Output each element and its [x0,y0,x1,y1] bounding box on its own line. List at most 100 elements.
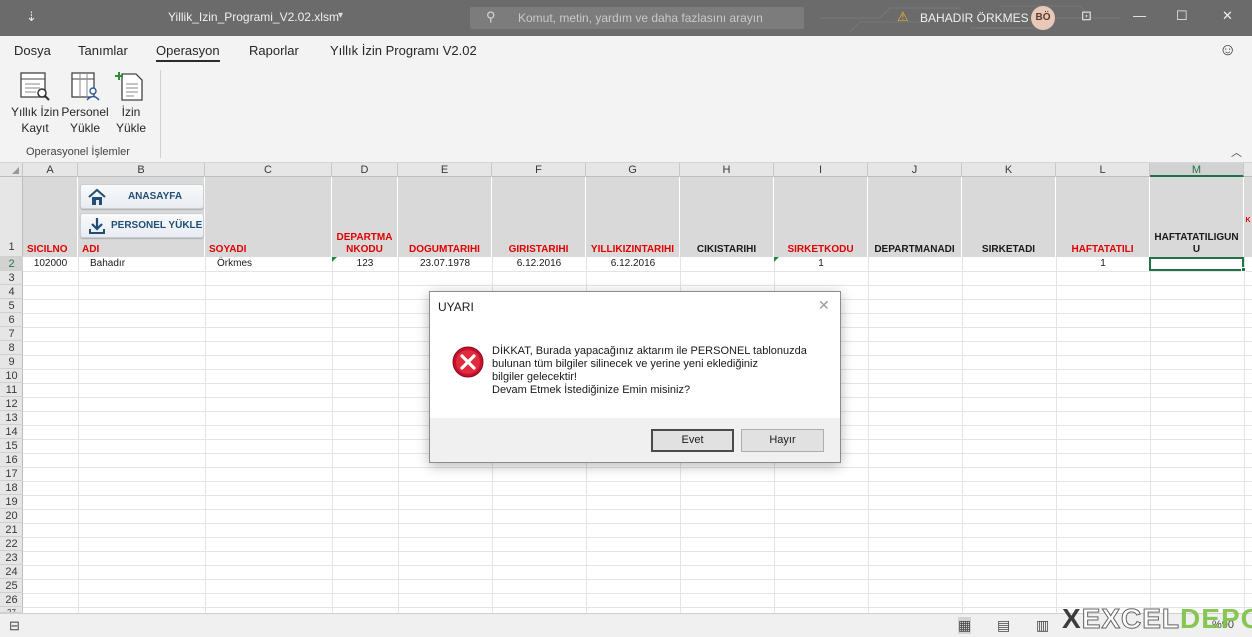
header-soyadi[interactable]: SOYADI [205,177,332,257]
customize-qat-icon[interactable]: ⇣ [26,9,37,25]
yes-button[interactable]: Evet [651,429,734,452]
column-header-e[interactable]: E [398,163,492,177]
cell-cikistarihi[interactable] [680,257,774,270]
close-icon[interactable]: ✕ [1222,8,1233,24]
normal-view-icon[interactable]: ▦ [958,617,972,634]
row-header-1[interactable]: 1 [0,177,23,257]
cell-sirketadi[interactable] [962,257,1056,270]
column-header-j[interactable]: J [868,163,962,177]
row-header-7[interactable]: 7 [0,327,23,341]
row-header-17[interactable]: 17 [0,467,23,481]
header-departmanadi[interactable]: DEPARTMANADI [868,177,962,257]
izin-yukle-button[interactable]: İzin Yükle [112,70,150,136]
gridline [1056,257,1057,613]
header-yillikizintarihi[interactable]: YILLIKIZINTARIHI [586,177,680,257]
row-header-13[interactable]: 13 [0,411,23,425]
tab-operasyon[interactable]: Operasyon [156,43,220,62]
dialog-close-icon[interactable]: ✕ [818,297,830,314]
search-input[interactable]: Komut, metin, yardım ve daha fazlasını a… [518,11,763,25]
cell-haftatatili[interactable]: 1 [1056,257,1150,270]
no-button[interactable]: Hayır [741,429,824,452]
row-header-23[interactable]: 23 [0,551,23,565]
row-header-3[interactable]: 3 [0,271,23,285]
select-all-corner[interactable] [0,163,23,177]
ribbon-display-options-icon[interactable]: ⊡ [1081,8,1092,24]
fill-handle[interactable] [1241,267,1246,272]
personel-yukle-button[interactable]: Personel Yükle [60,70,110,136]
personel-yukle-sheet-button[interactable]: PERSONEL YÜKLE [80,213,204,238]
column-header-k[interactable]: K [962,163,1056,177]
anasayfa-button[interactable]: ANASAYFA [80,184,204,209]
header-dogumtarihi[interactable]: DOGUMTARIHI [398,177,492,257]
header-haftatatiligunu[interactable]: HAFTATATILIGUN U [1150,177,1244,257]
column-header-a[interactable]: A [23,163,78,177]
collapse-ribbon-icon[interactable]: ︿ [1231,144,1242,160]
header-sicilno[interactable]: SICILNO [23,177,78,257]
column-header-h[interactable]: H [680,163,774,177]
column-headers: A B C D E F G H I J K L M [0,163,1252,177]
feedback-smiley-icon[interactable]: ☺ [1219,40,1236,60]
chevron-down-icon[interactable]: ▾ [338,10,343,21]
column-header-m[interactable]: M [1150,163,1244,177]
column-header-c[interactable]: C [205,163,332,177]
row-header-5[interactable]: 5 [0,299,23,313]
search-box[interactable]: ⚲ Komut, metin, yardım ve daha fazlasını… [470,7,804,29]
cell-departmankodu[interactable]: 123 [332,257,398,270]
header-overflow[interactable]: K [1244,177,1252,257]
row-header-6[interactable]: 6 [0,313,23,327]
cell-yillikizintarihi[interactable]: 6.12.2016 [586,257,680,270]
row-header-18[interactable]: 18 [0,481,23,495]
column-header-f[interactable]: F [492,163,586,177]
row-header-15[interactable]: 15 [0,439,23,453]
header-sirketkodu[interactable]: SIRKETKODU [774,177,868,257]
row-header-20[interactable]: 20 [0,509,23,523]
header-departmankodu[interactable]: DEPARTMA NKODU [332,177,398,257]
cell-giristarihi[interactable]: 6.12.2016 [492,257,586,270]
row-header-24[interactable]: 24 [0,565,23,579]
row-header-19[interactable]: 19 [0,495,23,509]
cell-departmanadi[interactable] [868,257,962,270]
header-cikistarihi[interactable]: CIKISTARIHI [680,177,774,257]
row-header-22[interactable]: 22 [0,537,23,551]
page-break-view-icon[interactable]: ▥ [1036,617,1049,634]
row-header-2[interactable]: 2 [0,257,23,271]
row-header-14[interactable]: 14 [0,425,23,439]
header-sirketadi[interactable]: SIRKETADI [962,177,1056,257]
cell-dogumtarihi[interactable]: 23.07.1978 [398,257,492,270]
minimize-icon[interactable]: — [1133,8,1146,23]
tab-tanimlar[interactable]: Tanımlar [78,43,128,58]
macro-recording-icon[interactable]: ⊟ [9,618,20,634]
column-header-g[interactable]: G [586,163,680,177]
row-header-9[interactable]: 9 [0,355,23,369]
row-header-16[interactable]: 16 [0,453,23,467]
row-header-26[interactable]: 26 [0,593,23,607]
maximize-icon[interactable]: ☐ [1176,8,1188,24]
row-header-10[interactable]: 10 [0,369,23,383]
header-giristarihi[interactable]: GIRISTARIHI [492,177,586,257]
cell-soyadi[interactable]: Örkmes [217,257,327,270]
yillik-izin-kayit-button[interactable]: Yıllık İzin Kayıt [9,70,61,136]
cell-adi[interactable]: Bahadır [90,257,200,270]
column-header-b[interactable]: B [78,163,205,177]
row-header-21[interactable]: 21 [0,523,23,537]
header-haftatatili[interactable]: HAFTATATILI [1056,177,1150,257]
user-name[interactable]: BAHADIR ÖRKMES [920,11,1029,25]
yillik-izin-kayit-label-2: Kayıt [21,121,49,135]
row-header-4[interactable]: 4 [0,285,23,299]
avatar[interactable]: BÖ [1031,6,1055,30]
row-header-12[interactable]: 12 [0,397,23,411]
column-header-l[interactable]: L [1056,163,1150,177]
column-header-i[interactable]: I [774,163,868,177]
warning-icon[interactable]: ⚠ [897,9,909,25]
column-header-d[interactable]: D [332,163,398,177]
cell-sirketkodu[interactable]: 1 [774,257,868,270]
tab-dosya[interactable]: Dosya [14,43,51,58]
row-header-25[interactable]: 25 [0,579,23,593]
tab-raporlar[interactable]: Raporlar [249,43,299,58]
row-header-8[interactable]: 8 [0,341,23,355]
page-layout-view-icon[interactable]: ▤ [997,617,1010,634]
tab-yillik-izin-programi[interactable]: Yıllık İzin Programı V2.02 [330,43,477,58]
cell-sicilno[interactable]: 102000 [23,257,78,270]
header-adi[interactable]: ANASAYFA PERSONEL YÜKLE ADI [78,177,205,257]
row-header-11[interactable]: 11 [0,383,23,397]
